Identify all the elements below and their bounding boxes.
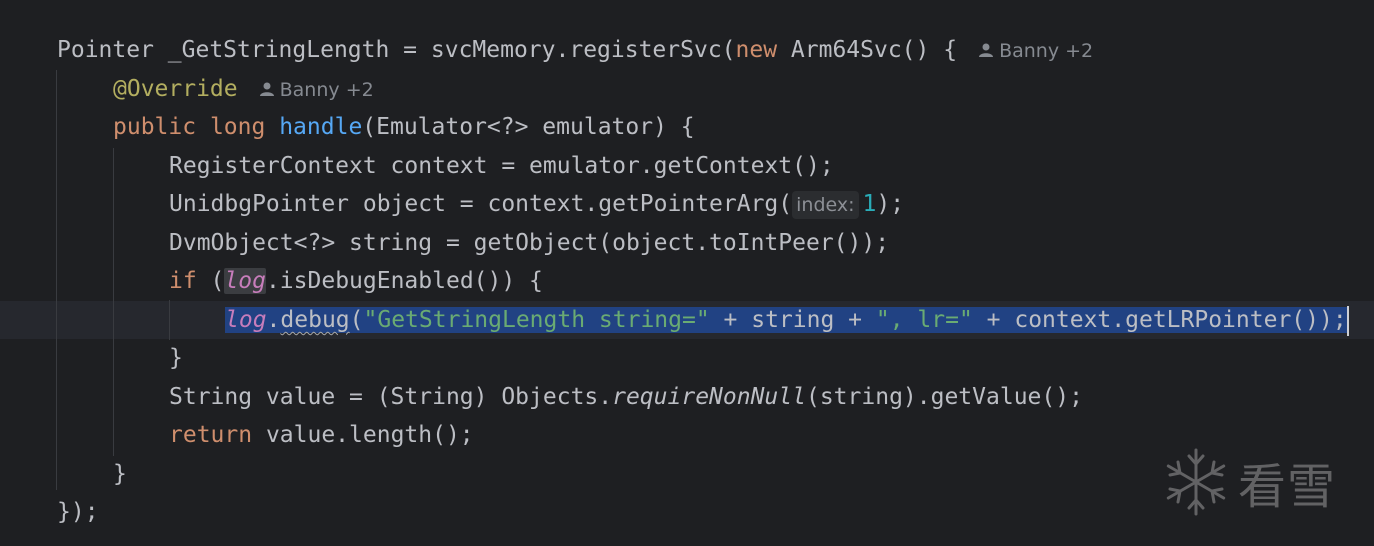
code-text: .isDebugEnabled()) { xyxy=(265,268,543,294)
indent-guide xyxy=(169,300,170,340)
code-line-4[interactable]: RegisterContext context = emulator.getCo… xyxy=(169,147,834,185)
code-text: } xyxy=(169,345,183,371)
code-line-8[interactable]: log.debug("GetStringLength string=" + st… xyxy=(225,301,1349,339)
snowflake-icon xyxy=(1166,448,1226,516)
annotation-override: @Override xyxy=(113,76,238,102)
parameter-hint: index: xyxy=(792,190,859,219)
code-text: . xyxy=(266,307,281,333)
code-text: ( xyxy=(196,268,225,294)
author-extra-count: +2 xyxy=(345,79,374,101)
code-text: ( xyxy=(349,307,364,333)
code-line-13[interactable]: }); xyxy=(57,493,99,531)
code-text: (Emulator<?> emulator) { xyxy=(362,114,695,140)
code-text: value.length(); xyxy=(252,422,474,448)
method-name-handle: handle xyxy=(279,114,363,140)
code-text: } xyxy=(113,461,127,487)
person-icon xyxy=(979,43,994,57)
code-line-2[interactable]: @Override Banny +2 xyxy=(113,70,374,108)
author-name: Banny xyxy=(999,40,1060,62)
keyword-public: public xyxy=(113,114,197,140)
indent-guide xyxy=(56,70,57,490)
string-literal: "GetStringLength string=" xyxy=(363,307,710,333)
code-line-9[interactable]: } xyxy=(169,339,183,377)
code-text: + context.getLRPointer()); xyxy=(972,307,1347,333)
code-text: RegisterContext context = emulator.getCo… xyxy=(169,153,834,179)
log-field: log xyxy=(225,307,267,333)
keyword-return: return xyxy=(169,422,253,448)
code-text: UnidbgPointer object = context.getPointe… xyxy=(169,191,793,217)
code-line-5[interactable]: UnidbgPointer object = context.getPointe… xyxy=(169,185,904,223)
text-selection[interactable]: log.debug("GetStringLength string=" + st… xyxy=(225,307,1347,333)
keyword-long: long xyxy=(209,114,266,140)
code-text: ); xyxy=(876,191,905,217)
person-icon xyxy=(259,82,274,96)
code-line-10[interactable]: String value = (String) Objects.requireN… xyxy=(169,378,1083,416)
author-extra-count: +2 xyxy=(1065,40,1094,62)
keyword-if: if xyxy=(169,268,197,294)
number-literal: 1 xyxy=(862,191,877,217)
indent-guide xyxy=(113,148,114,456)
author-name: Banny xyxy=(279,79,340,101)
code-text: }); xyxy=(57,499,99,525)
code-text: Pointer _GetStringLength = svcMemory.reg… xyxy=(57,37,736,63)
code-editor[interactable]: Pointer _GetStringLength = svcMemory.reg… xyxy=(0,0,1374,546)
code-text: Arm64Svc() { xyxy=(777,37,958,63)
code-line-12[interactable]: } xyxy=(113,455,127,493)
static-method-requirenonnull: requireNonNull xyxy=(612,384,806,410)
code-line-6[interactable]: DvmObject<?> string = getObject(object.t… xyxy=(169,224,889,262)
code-text: + string + xyxy=(709,307,876,333)
code-text: (string).getValue(); xyxy=(805,384,1083,410)
watermark: 看雪 xyxy=(1160,446,1336,518)
code-line-3[interactable]: public long handle(Emulator<?> emulator)… xyxy=(113,108,695,146)
watermark-text: 看雪 xyxy=(1238,459,1337,515)
author-hint[interactable]: Banny +2 xyxy=(259,79,374,101)
keyword-new: new xyxy=(735,37,778,63)
string-literal: ", lr=" xyxy=(875,307,973,333)
code-line-11[interactable]: return value.length(); xyxy=(169,416,474,454)
code-line-7[interactable]: if (log.isDebugEnabled()) { xyxy=(169,262,543,300)
author-hint[interactable]: Banny +2 xyxy=(979,40,1093,62)
log-field: log xyxy=(224,268,266,294)
code-line-1[interactable]: Pointer _GetStringLength = svcMemory.reg… xyxy=(57,31,1093,69)
method-call-debug: debug xyxy=(280,307,350,333)
text-caret xyxy=(1346,305,1349,336)
code-text: DvmObject<?> string = getObject(object.t… xyxy=(169,230,890,256)
code-text: String value = (String) Objects. xyxy=(169,384,613,410)
